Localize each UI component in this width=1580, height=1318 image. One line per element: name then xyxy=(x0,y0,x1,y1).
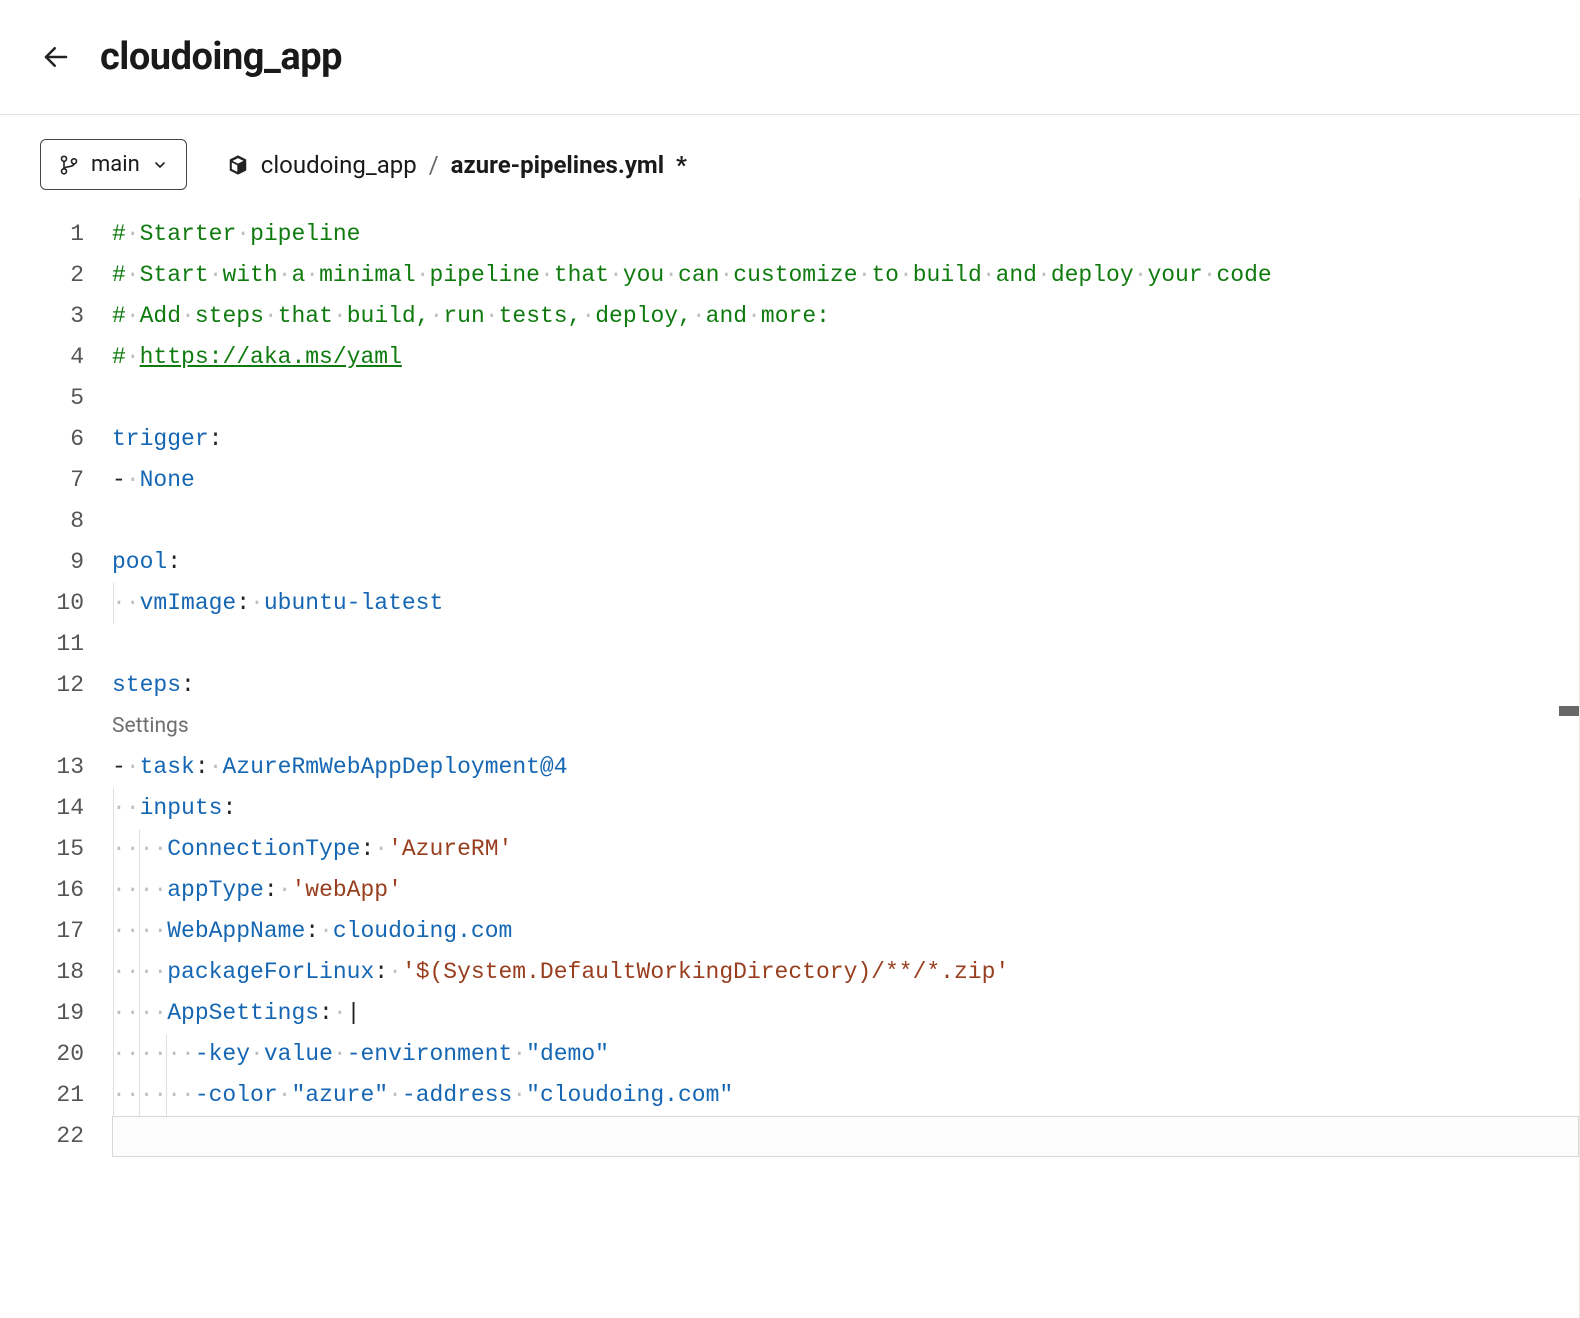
header: cloudoing_app xyxy=(0,0,1580,115)
line-number: 18 xyxy=(0,952,84,993)
line-number: 1 xyxy=(0,214,84,255)
code-line[interactable]: -·task:·AzureRmWebAppDeployment@4 xyxy=(112,747,1579,788)
back-button[interactable] xyxy=(40,41,72,73)
line-number: 5 xyxy=(0,378,84,419)
repo-icon xyxy=(227,154,249,176)
branch-selector[interactable]: main xyxy=(40,139,187,190)
code-line[interactable]: trigger: xyxy=(112,419,1579,460)
code-line[interactable]: ······-key·value·-environment·"demo" xyxy=(112,1034,1579,1075)
line-gutter: 12345678910111213141516171819202122 xyxy=(0,214,112,1157)
line-number: 21 xyxy=(0,1075,84,1116)
page-title: cloudoing_app xyxy=(100,35,342,79)
code-line[interactable] xyxy=(112,1116,1579,1157)
line-number: 20 xyxy=(0,1034,84,1075)
breadcrumb-repo[interactable]: cloudoing_app xyxy=(261,151,417,179)
breadcrumb-separator: / xyxy=(429,151,439,179)
line-number: 9 xyxy=(0,542,84,583)
line-number: 19 xyxy=(0,993,84,1034)
codelens-settings[interactable]: Settings xyxy=(112,706,1579,747)
branch-name: main xyxy=(91,152,140,177)
code-line[interactable]: #·Add·steps·that·build,·run·tests,·deplo… xyxy=(112,296,1579,337)
line-number: 14 xyxy=(0,788,84,829)
code-line[interactable]: ······-color·"azure"·-address·"cloudoing… xyxy=(112,1075,1579,1116)
line-number: 10 xyxy=(0,583,84,624)
line-number: 13 xyxy=(0,747,84,788)
code-line[interactable]: #·Start·with·a·minimal·pipeline·that·you… xyxy=(112,255,1579,296)
code-line[interactable] xyxy=(112,624,1579,665)
code-line[interactable]: ····ConnectionType:·'AzureRM' xyxy=(112,829,1579,870)
line-number: 3 xyxy=(0,296,84,337)
line-number: 8 xyxy=(0,501,84,542)
line-number: 17 xyxy=(0,911,84,952)
line-number: 12 xyxy=(0,665,84,706)
code-line[interactable]: #·https://aka.ms/yaml xyxy=(112,337,1579,378)
line-number: 2 xyxy=(0,255,84,296)
line-number: 11 xyxy=(0,624,84,665)
line-number: 7 xyxy=(0,460,84,501)
line-number: 16 xyxy=(0,870,84,911)
code-line[interactable]: ··inputs: xyxy=(112,788,1579,829)
code-line[interactable] xyxy=(112,501,1579,542)
code-line[interactable]: ··vmImage:·ubuntu-latest xyxy=(112,583,1579,624)
code-line[interactable]: #·Starter·pipeline xyxy=(112,214,1579,255)
code-line[interactable]: ····packageForLinux:·'$(System.DefaultWo… xyxy=(112,952,1579,993)
line-number: 6 xyxy=(0,419,84,460)
scrollbar-thumb[interactable] xyxy=(1559,706,1579,716)
breadcrumb-file: azure-pipelines.yml xyxy=(451,151,664,179)
code-line[interactable]: steps: xyxy=(112,665,1579,706)
code-line[interactable]: ····AppSettings:·| xyxy=(112,993,1579,1034)
breadcrumb: cloudoing_app / azure-pipelines.yml * xyxy=(227,151,687,179)
line-number: 15 xyxy=(0,829,84,870)
code-line[interactable]: pool: xyxy=(112,542,1579,583)
code-line[interactable] xyxy=(112,378,1579,419)
code-content[interactable]: #·Starter·pipeline#·Start·with·a·minimal… xyxy=(112,214,1579,1157)
line-number: 22 xyxy=(0,1116,84,1157)
code-line[interactable]: -·None xyxy=(112,460,1579,501)
toolbar: main cloudoing_app / azure-pipelines.yml… xyxy=(0,115,1580,198)
back-arrow-icon xyxy=(41,42,71,72)
code-line[interactable]: ····WebAppName:·cloudoing.com xyxy=(112,911,1579,952)
chevron-down-icon xyxy=(152,157,168,173)
code-editor[interactable]: 12345678910111213141516171819202122 #·St… xyxy=(0,198,1580,1318)
code-line[interactable]: ····appType:·'webApp' xyxy=(112,870,1579,911)
dirty-indicator: * xyxy=(676,151,687,179)
scrollbar[interactable] xyxy=(1559,198,1579,1318)
line-number: 4 xyxy=(0,337,84,378)
branch-icon xyxy=(59,155,79,175)
